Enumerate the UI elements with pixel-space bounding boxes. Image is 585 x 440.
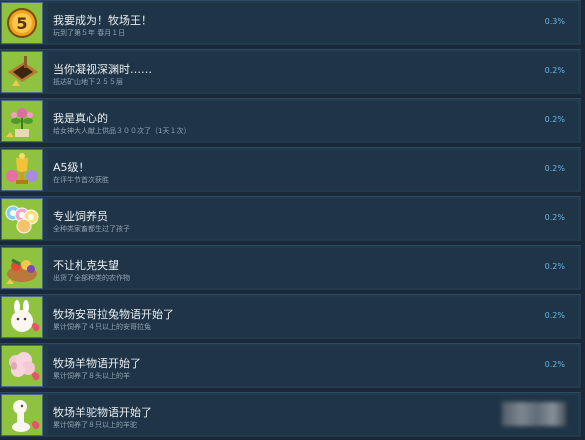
achievement-text-panel: 我要成为！牧场王！ 玩到了第５年 春月１日 0.3% bbox=[48, 3, 578, 43]
achievement-description: 玩到了第５年 春月１日 bbox=[53, 29, 126, 37]
achievement-description: 在评牛节首次获胜 bbox=[53, 176, 109, 184]
achievement-description: 抵达矿山地下２５５层 bbox=[53, 78, 123, 86]
vegetable-basket-icon bbox=[1, 247, 43, 289]
achievement-unlock-percent: 0.2% bbox=[544, 213, 565, 222]
angora-rabbit-icon bbox=[1, 296, 43, 338]
achievement-text-panel: 牧场安哥拉兔物语开始了 累计饲养了４只以上的安哥拉兔 0.2% bbox=[48, 297, 578, 337]
achievement-row[interactable]: 当你凝视深渊时…… 抵达矿山地下２５５层 0.2% bbox=[0, 49, 581, 94]
flower-pot-icon bbox=[1, 100, 43, 142]
achievement-description: 累计饲养了４只以上的安哥拉兔 bbox=[53, 323, 151, 331]
achievement-unlock-percent: 0.2% bbox=[544, 311, 565, 320]
achievement-row[interactable]: 我是真心的 给女神大人献上供品３００次了（1天１次） 0.2% bbox=[0, 98, 581, 143]
achievement-text-panel: 不让札克失望 出货了全部种类的农作物 0.2% bbox=[48, 248, 578, 288]
achievement-description: 累计饲养了８只以上的羊驼 bbox=[53, 421, 137, 429]
achievement-title: 专业饲养员 bbox=[53, 210, 108, 223]
achievement-text-panel: 当你凝视深渊时…… 抵达矿山地下２５５层 0.2% bbox=[48, 52, 578, 92]
achievement-text-panel: 我是真心的 给女神大人献上供品３００次了（1天１次） 0.2% bbox=[48, 101, 578, 141]
achievement-title: 我是真心的 bbox=[53, 112, 108, 125]
achievement-description: 累计饲养了８头以上的羊 bbox=[53, 372, 130, 380]
achievement-row[interactable]: 牧场羊物语开始了 累计饲养了８头以上的羊 0.2% bbox=[0, 343, 581, 388]
gold-medal-5-icon: 5 bbox=[1, 2, 43, 44]
achievement-row[interactable]: 牧场羊驼物语开始了 累计饲养了８只以上的羊驼 bbox=[0, 392, 581, 437]
achievement-row[interactable]: A5级！ 在评牛节首次获胜 0.2% bbox=[0, 147, 581, 192]
achievement-unlock-percent: 0.2% bbox=[544, 262, 565, 271]
achievement-row[interactable]: 5 我要成为！牧场王！ 玩到了第５年 春月１日 0.3% bbox=[0, 0, 581, 45]
achievement-text-panel: A5级！ 在评牛节首次获胜 0.2% bbox=[48, 150, 578, 190]
achievement-description: 全种类家畜都生过了孩子 bbox=[53, 225, 130, 233]
achievement-unlock-percent: 0.2% bbox=[544, 164, 565, 173]
achievement-title: 当你凝视深渊时…… bbox=[53, 63, 152, 76]
achievement-unlock-percent: 0.2% bbox=[544, 66, 565, 75]
achievement-text-panel: 牧场羊物语开始了 累计饲养了８头以上的羊 0.2% bbox=[48, 346, 578, 386]
trophy-icon bbox=[1, 149, 43, 191]
achievement-row[interactable]: 不让札克失望 出货了全部种类的农作物 0.2% bbox=[0, 245, 581, 290]
ribbons-icon bbox=[1, 198, 43, 240]
achievement-title: 牧场羊驼物语开始了 bbox=[53, 406, 152, 419]
svg-text:5: 5 bbox=[16, 14, 27, 33]
achievement-description: 出货了全部种类的农作物 bbox=[53, 274, 130, 282]
achievement-title: A5级！ bbox=[53, 161, 90, 174]
achievement-row[interactable]: 专业饲养员 全种类家畜都生过了孩子 0.2% bbox=[0, 196, 581, 241]
achievement-unlock-percent: 0.3% bbox=[544, 17, 565, 26]
watermark-blur bbox=[502, 402, 566, 426]
achievement-text-panel: 牧场羊驼物语开始了 累计饲养了８只以上的羊驼 bbox=[48, 395, 578, 435]
alpaca-icon bbox=[1, 394, 43, 436]
sheep-icon bbox=[1, 345, 43, 387]
achievement-unlock-percent: 0.2% bbox=[544, 360, 565, 369]
achievement-title: 不让札克失望 bbox=[53, 259, 119, 272]
achievement-text-panel: 专业饲养员 全种类家畜都生过了孩子 0.2% bbox=[48, 199, 578, 239]
achievement-list: 5 我要成为！牧场王！ 玩到了第５年 春月１日 0.3% 当你凝视深渊时…… 抵… bbox=[0, 0, 585, 440]
achievement-title: 牧场羊物语开始了 bbox=[53, 357, 141, 370]
achievement-description: 给女神大人献上供品３００次了（1天１次） bbox=[53, 127, 191, 135]
achievement-title: 我要成为！牧场王！ bbox=[53, 14, 152, 27]
achievement-title: 牧场安哥拉兔物语开始了 bbox=[53, 308, 174, 321]
achievement-unlock-percent: 0.2% bbox=[544, 115, 565, 124]
achievement-row[interactable]: 牧场安哥拉兔物语开始了 累计饲养了４只以上的安哥拉兔 0.2% bbox=[0, 294, 581, 339]
mine-hole-icon bbox=[1, 51, 43, 93]
